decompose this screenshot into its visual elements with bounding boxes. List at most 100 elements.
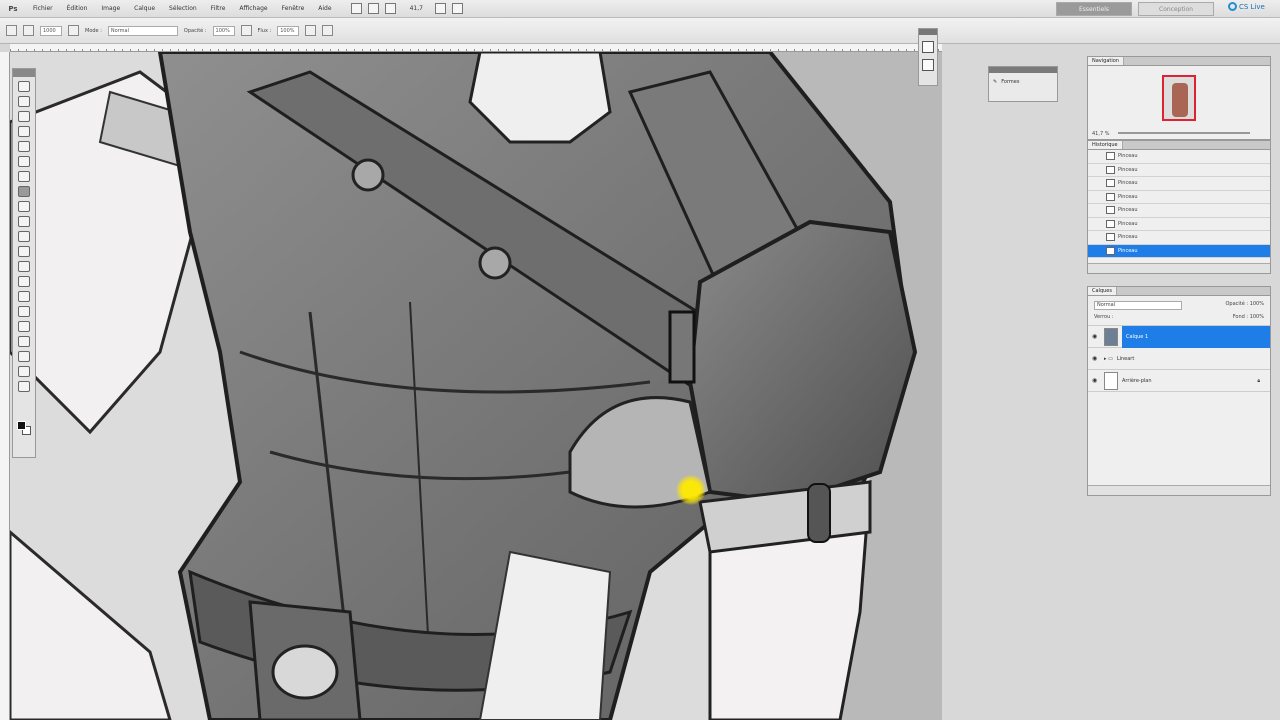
history-state[interactable]: Pinceau — [1088, 218, 1270, 231]
navigator-panel: Navigation 41,7 % — [1087, 56, 1271, 140]
horizontal-ruler[interactable] — [10, 44, 942, 52]
marquee-tool-icon[interactable] — [18, 96, 30, 107]
menu-select[interactable]: Sélection — [162, 5, 204, 12]
shapes-panel: ✎ Formes — [988, 66, 1058, 102]
menu-help[interactable]: Aide — [311, 5, 338, 12]
hand-tool-icon[interactable] — [18, 366, 30, 377]
eye-icon[interactable]: ◉ — [1092, 333, 1100, 340]
shape-tool-icon[interactable] — [18, 336, 30, 347]
stamp-tool-icon[interactable] — [18, 201, 30, 212]
lasso-tool-icon[interactable] — [18, 111, 30, 122]
screen-mode-icon[interactable] — [451, 3, 463, 14]
menu-edit[interactable]: Édition — [60, 5, 95, 12]
cs-live-button[interactable]: CS Live — [1228, 2, 1265, 11]
menu-image[interactable]: Image — [94, 5, 127, 12]
gradient-tool-icon[interactable] — [18, 246, 30, 257]
brush-presets-icon[interactable] — [922, 41, 934, 53]
history-state[interactable]: Pinceau — [1088, 231, 1270, 245]
flow-field[interactable]: 100% — [277, 25, 300, 36]
airbrush-icon[interactable] — [305, 25, 317, 36]
layer-thumbnail — [1104, 327, 1118, 346]
opacity-field[interactable]: 100% — [212, 25, 235, 36]
3d-rotate-tool-icon[interactable] — [18, 351, 30, 362]
layer-row[interactable]: ◉ Arrière-plan 🔒︎ — [1088, 370, 1270, 392]
history-state[interactable]: Pinceau — [1088, 164, 1270, 177]
brush-icon — [1106, 192, 1115, 201]
eye-icon[interactable]: ◉ — [1092, 377, 1100, 384]
pressure-opacity-icon[interactable] — [240, 25, 252, 36]
history-state[interactable]: Pinceau — [1088, 191, 1270, 204]
brush-picker-icon[interactable] — [23, 25, 34, 36]
eraser-tool-icon[interactable] — [18, 231, 30, 242]
dodge-tool-icon[interactable] — [18, 276, 30, 287]
view-extras-icon[interactable] — [384, 3, 396, 14]
arrange-documents-icon[interactable] — [434, 3, 446, 14]
clone-source-icon[interactable] — [922, 59, 934, 71]
brush-panel-toggle-icon[interactable] — [68, 25, 79, 36]
menu-view[interactable]: Affichage — [232, 5, 274, 12]
eye-icon[interactable]: ◉ — [1092, 355, 1100, 362]
brush-icon — [1106, 246, 1115, 255]
brush-tool-icon[interactable] — [18, 186, 30, 197]
tab-history[interactable]: Historique — [1088, 141, 1123, 149]
history-state[interactable]: Pinceau — [1088, 177, 1270, 191]
pen-tool-icon[interactable] — [18, 291, 30, 302]
history-state-current[interactable]: Pinceau — [1088, 244, 1270, 258]
workspace-design-button[interactable]: Conception — [1138, 2, 1214, 16]
navigator-thumbnail[interactable] — [1162, 75, 1196, 121]
navigator-zoom-slider[interactable] — [1118, 132, 1250, 134]
shapes-icon[interactable]: ✎ — [993, 79, 997, 85]
layer-thumbnail — [1104, 371, 1118, 390]
layer-blend-mode-select[interactable]: Normal — [1094, 301, 1182, 310]
collapsed-panel-header[interactable] — [919, 29, 937, 35]
options-bar: 1000 Mode : Normal Opacité : 100% Flux :… — [0, 18, 1280, 44]
history-panel-footer — [1088, 263, 1270, 273]
type-tool-icon[interactable] — [18, 306, 30, 317]
blend-mode-select[interactable]: Normal — [107, 25, 178, 36]
mini-bridge-icon[interactable] — [367, 3, 379, 14]
foreground-color-swatch[interactable] — [17, 421, 26, 430]
menu-file[interactable]: Fichier — [26, 5, 60, 12]
layer-fill[interactable]: Fond : 100% — [1233, 314, 1264, 320]
menu-window[interactable]: Fenêtre — [275, 5, 312, 12]
folder-icon: ▸ ▭ — [1104, 355, 1113, 362]
brush-icon — [1106, 219, 1115, 228]
layer-name: Lineart — [1116, 355, 1135, 362]
move-tool-icon[interactable] — [18, 81, 30, 92]
layers-panel: Calques Normal Opacité : 100% Verrou : F… — [1087, 286, 1271, 496]
brush-size-field[interactable]: 1000 — [40, 25, 62, 36]
quick-select-tool-icon[interactable] — [18, 126, 30, 137]
healing-tool-icon[interactable] — [18, 171, 30, 182]
crop-tool-icon[interactable] — [18, 141, 30, 152]
tools-panel-header[interactable] — [13, 69, 35, 77]
tab-navigator[interactable]: Navigation — [1088, 57, 1124, 65]
layer-name: Arrière-plan — [1122, 377, 1152, 384]
layer-row[interactable]: ◉ ▸ ▭ Lineart — [1088, 348, 1270, 370]
brush-icon — [1106, 233, 1115, 242]
vertical-ruler[interactable] — [0, 52, 10, 720]
pressure-size-icon[interactable] — [322, 25, 334, 36]
tab-layers[interactable]: Calques — [1088, 287, 1117, 295]
history-panel: Historique Pinceau Pinceau Pinceau Pince… — [1087, 140, 1271, 274]
brush-icon — [1106, 165, 1115, 174]
document-canvas[interactable] — [10, 52, 942, 720]
layer-opacity[interactable]: Opacité : 100% — [1225, 301, 1264, 307]
zoom-tool-icon[interactable] — [18, 381, 30, 392]
mode-label: Mode : — [85, 27, 102, 34]
history-state[interactable]: Pinceau — [1088, 204, 1270, 218]
eyedropper-tool-icon[interactable] — [18, 156, 30, 167]
blur-tool-icon[interactable] — [18, 261, 30, 272]
menu-layer[interactable]: Calque — [127, 5, 162, 12]
opacity-label: Opacité : — [183, 27, 207, 34]
path-select-tool-icon[interactable] — [18, 321, 30, 332]
launch-bridge-icon[interactable] — [350, 3, 362, 14]
layers-panel-footer — [1088, 485, 1270, 495]
history-state[interactable]: Pinceau — [1088, 150, 1270, 164]
menu-filter[interactable]: Filtre — [204, 5, 233, 12]
history-brush-tool-icon[interactable] — [18, 216, 30, 227]
workspace-essentials-button[interactable]: Essentiels — [1056, 2, 1132, 16]
layer-row-selected[interactable]: ◉ Calque 1 — [1088, 325, 1270, 348]
brush-tool-preset-icon[interactable] — [6, 25, 17, 36]
navigator-zoom-value[interactable]: 41,7 % — [1092, 131, 1109, 137]
zoom-level[interactable]: 41,7 — [410, 5, 423, 12]
